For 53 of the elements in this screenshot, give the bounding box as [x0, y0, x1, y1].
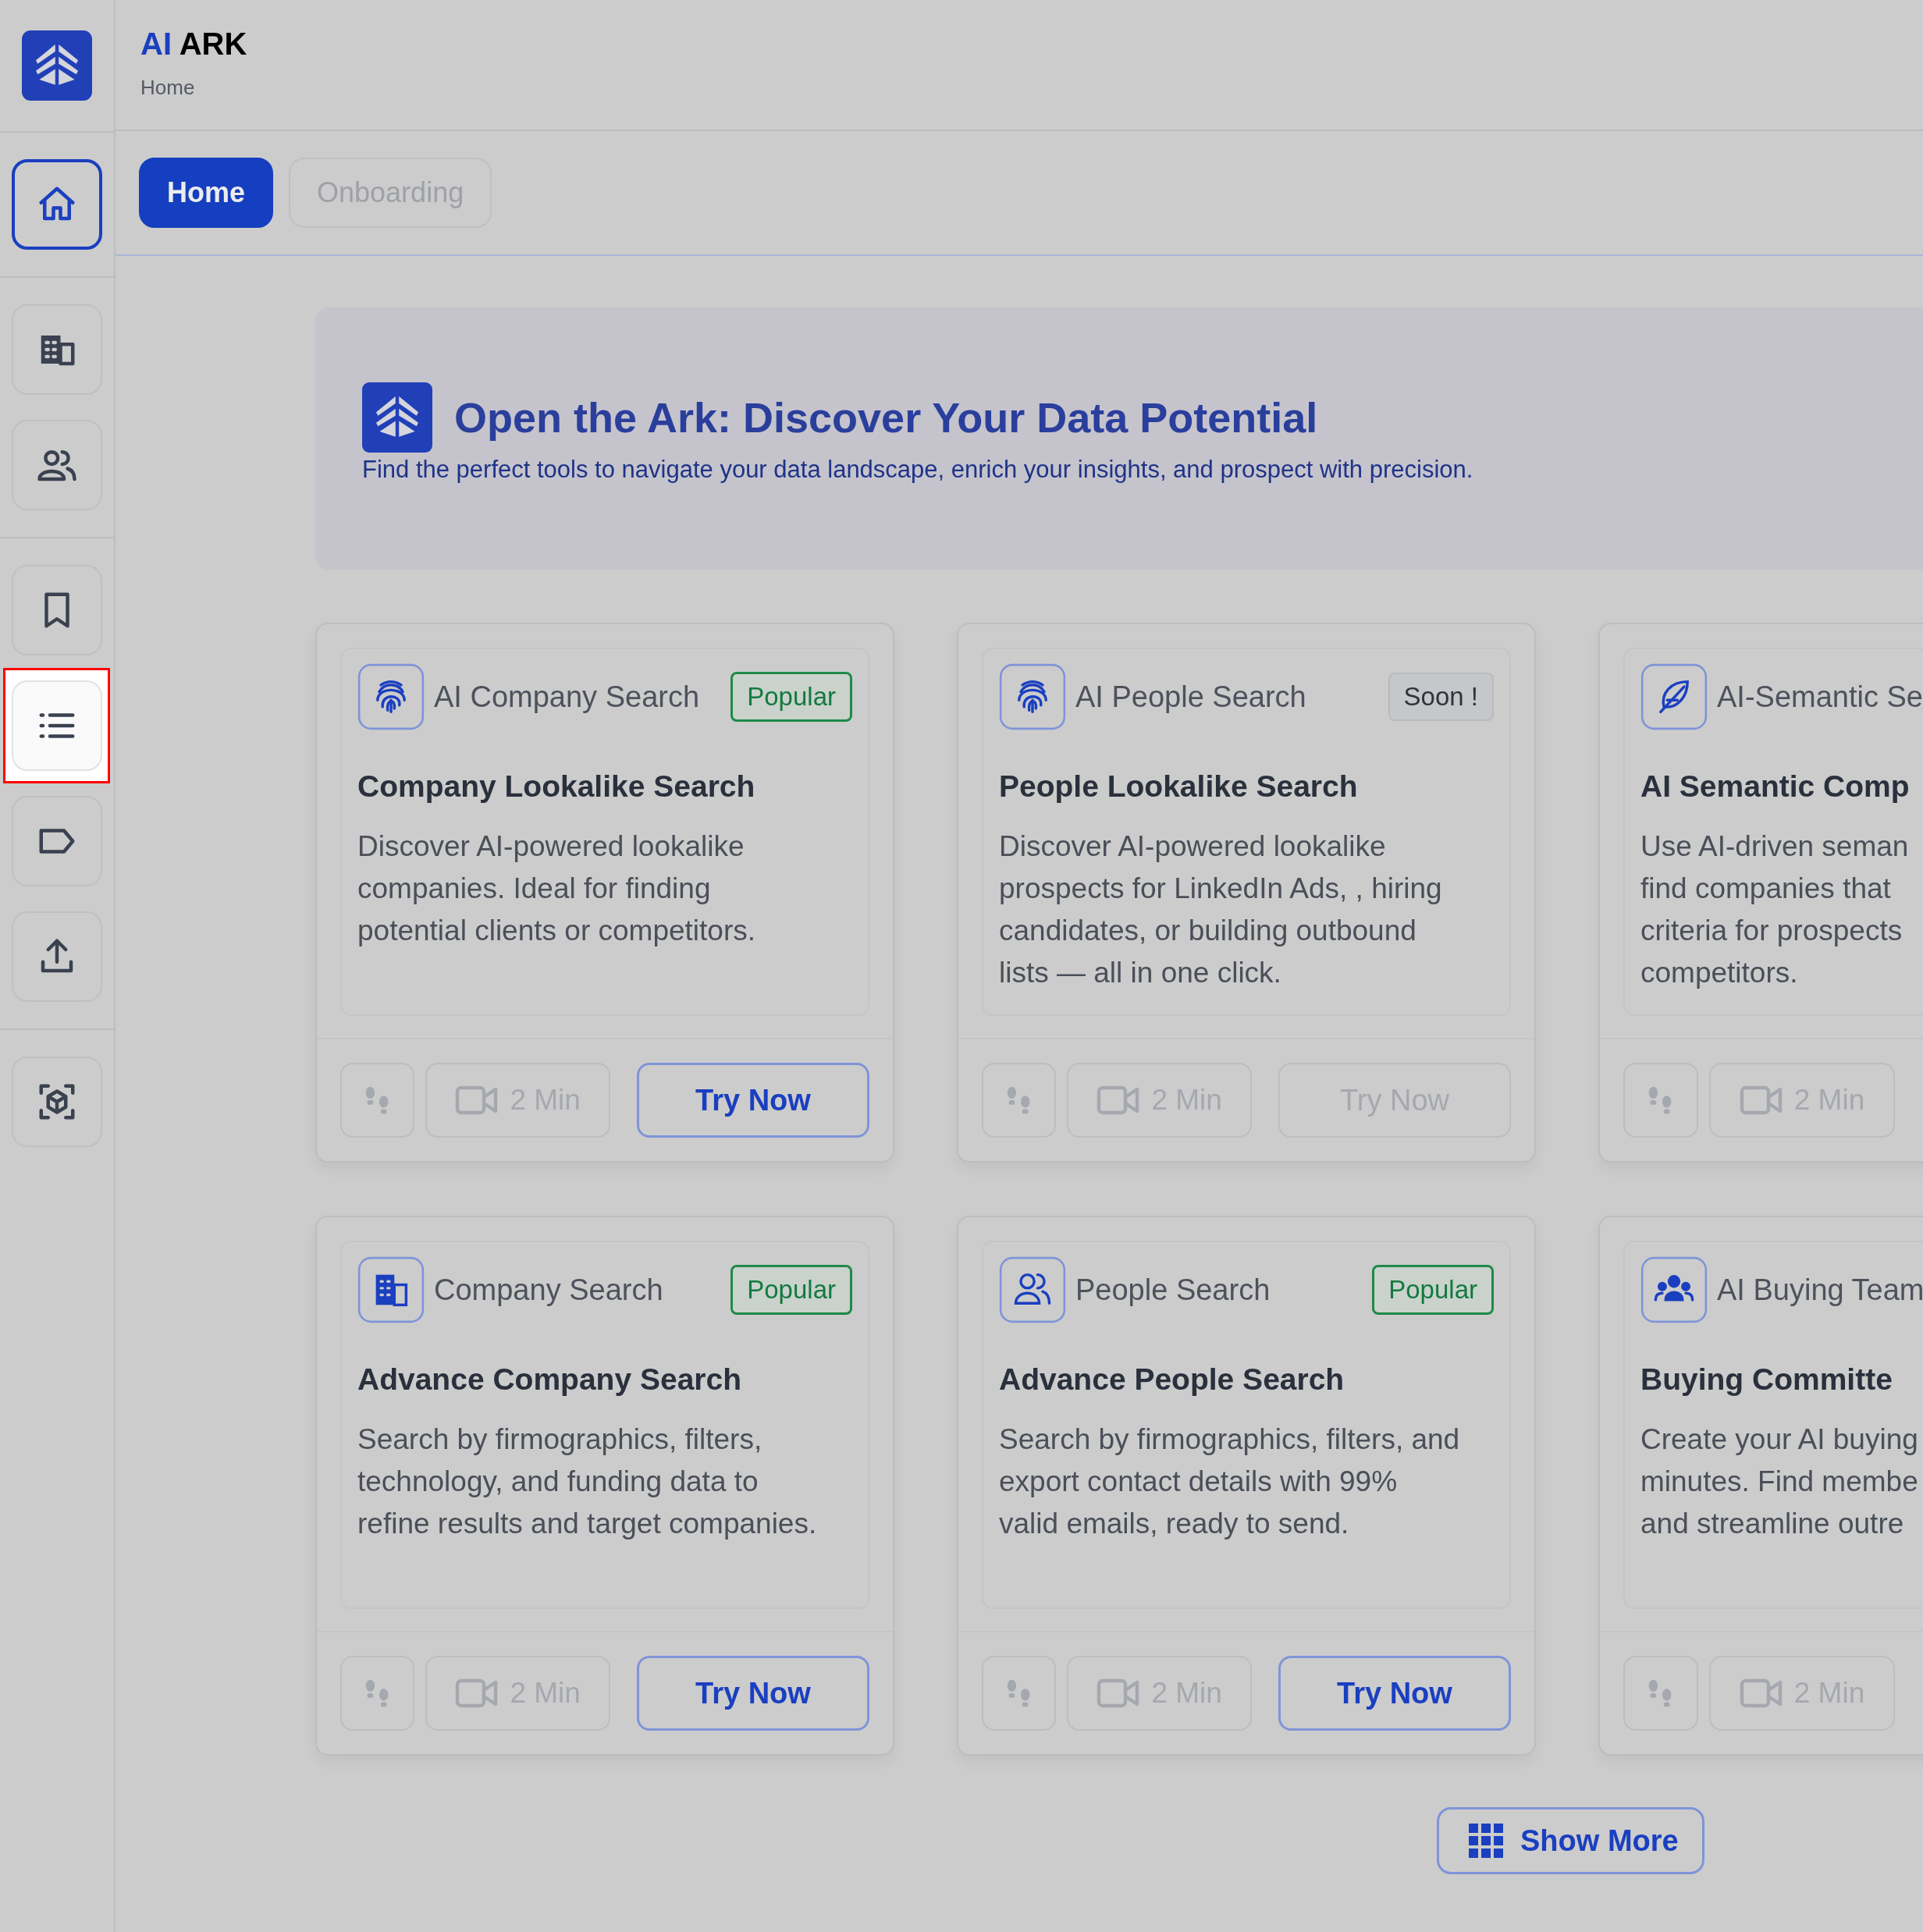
card-title: Advance Company Search [357, 1362, 742, 1397]
sidebar-item[interactable] [12, 304, 102, 395]
group-icon [1640, 1256, 1708, 1323]
grid-icon [1469, 1824, 1503, 1858]
try-now-button[interactable]: Try Now [636, 1063, 869, 1138]
card-title: AI Semantic Comp [1640, 769, 1911, 804]
tool-category: AI People Search [1075, 680, 1307, 714]
video-camera-icon [455, 1085, 499, 1116]
sidebar-item[interactable] [12, 796, 102, 886]
card-title: Advance People Search [999, 1362, 1345, 1397]
video-camera-icon [455, 1678, 499, 1709]
tool-category: AI-Semantic Se [1717, 680, 1923, 714]
ark-logo-icon [22, 30, 92, 101]
banner-subtitle: Find the perfect tools to navigate your data landscape, enrich your insights, and prospect with precision. [362, 456, 1474, 484]
card-title: People Lookalike Search [999, 769, 1359, 804]
sidebar-item[interactable] [12, 911, 102, 1002]
sidebar-item[interactable] [12, 159, 102, 250]
ark-logo-icon [362, 382, 432, 453]
card-description: Search by firmographics, filters, and export contact details with 99% valid emails, ready to send. [999, 1422, 1461, 1541]
status-badge: Popular [1372, 1265, 1494, 1315]
breadcrumb: Home [140, 76, 196, 100]
status-badge: Popular [730, 672, 852, 722]
feather-icon [1640, 663, 1708, 730]
try-now-button[interactable]: Try Now [636, 1656, 869, 1731]
building-icon [357, 1256, 425, 1323]
status-badge: Popular [730, 1265, 852, 1315]
app-name: AI ARK [140, 27, 248, 62]
card-description: Discover AI-powered lookalike companies. Ideal for finding potential clients or competitors. [357, 829, 756, 948]
tool-category: AI Company Search [434, 680, 701, 714]
tool-category: People Search [1075, 1273, 1271, 1307]
tool-category: Company Search [434, 1273, 664, 1307]
card-description: Use AI-driven seman find companies that criteria for prospects competitors. [1640, 829, 1910, 990]
tab[interactable]: Home [139, 158, 274, 228]
video-camera-icon [1739, 1085, 1783, 1116]
people-icon [999, 1256, 1066, 1323]
sidebar-item[interactable] [12, 1057, 102, 1147]
try-now-button[interactable]: Try Now [1278, 1656, 1511, 1731]
sidebar-item[interactable] [12, 420, 102, 510]
banner-title: Open the Ark: Discover Your Data Potential [454, 393, 1318, 442]
card-title: Buying Committe [1640, 1362, 1893, 1397]
fingerprint-icon [357, 663, 425, 730]
card-description: Search by firmographics, filters, technology, and funding data to refine results and target companies. [357, 1422, 818, 1541]
video-camera-icon [1739, 1678, 1783, 1709]
card-description: Discover AI-powered lookalike prospects for LinkedIn Ads, , hiring candidates, or building outbound lists — all in one click. [999, 829, 1443, 990]
card-title: Company Lookalike Search [357, 769, 756, 804]
tool-category: AI Buying Team [1717, 1273, 1923, 1307]
video-camera-icon [1097, 1678, 1141, 1709]
video-camera-icon [1097, 1085, 1141, 1116]
fingerprint-icon [999, 663, 1066, 730]
status-badge: Soon ! [1388, 673, 1494, 721]
sidebar-item[interactable] [12, 565, 102, 655]
show-more-button[interactable]: Show More [1437, 1807, 1704, 1874]
card-description: Create your AI buying minutes. Find membe and streamline outre [1640, 1422, 1919, 1541]
